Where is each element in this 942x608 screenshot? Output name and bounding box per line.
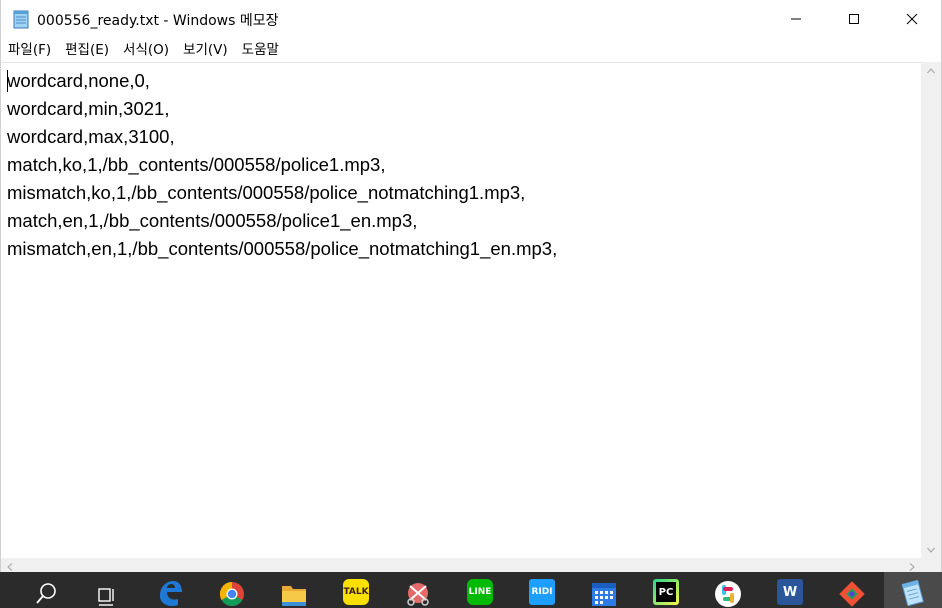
chevron-up-icon xyxy=(927,67,935,73)
scroll-up-button[interactable] xyxy=(921,62,941,79)
text-line: wordcard,min,3021, xyxy=(7,98,170,119)
menu-format[interactable]: 서식(O) xyxy=(116,39,175,61)
taskbar-line[interactable]: LINE xyxy=(450,572,510,608)
vertical-scrollbar[interactable] xyxy=(921,62,941,558)
close-icon xyxy=(906,13,918,25)
text-caret xyxy=(7,70,8,92)
taskbar-slack[interactable] xyxy=(698,572,758,608)
ridi-label: RIDI xyxy=(531,587,553,597)
taskbar-calendar[interactable] xyxy=(574,572,634,608)
file-explorer-icon xyxy=(282,586,306,606)
maximize-button[interactable] xyxy=(825,0,883,38)
taskbar-edge[interactable] xyxy=(140,572,200,608)
search-icon xyxy=(36,583,56,604)
taskbar-chrome[interactable] xyxy=(202,572,262,608)
text-line: match,ko,1,/bb_contents/000558/police1.m… xyxy=(7,154,386,175)
text-line: match,en,1,/bb_contents/000558/police1_e… xyxy=(7,210,418,231)
text-editor[interactable]: wordcard,none,0, wordcard,min,3021, word… xyxy=(1,62,921,558)
line-icon: LINE xyxy=(467,579,493,605)
taskbar-kakaotalk[interactable]: TALK xyxy=(326,572,386,608)
menu-help[interactable]: 도움말 xyxy=(235,39,285,61)
taskbar-file-explorer[interactable] xyxy=(264,572,324,608)
text-line: mismatch,en,1,/bb_contents/000558/police… xyxy=(7,238,558,259)
pycharm-icon: PC xyxy=(653,579,679,605)
taskbar-pycharm[interactable]: PC xyxy=(636,572,696,608)
chevron-right-icon xyxy=(909,562,915,571)
maximize-icon xyxy=(849,14,859,24)
minimize-button[interactable] xyxy=(767,0,825,38)
taskbar-snipping-tool[interactable] xyxy=(388,572,448,608)
notepad-icon xyxy=(13,10,29,29)
taskbar-search[interactable] xyxy=(16,572,76,608)
ridi-icon: RIDI xyxy=(529,579,555,605)
taskbar-notepad[interactable] xyxy=(884,572,942,608)
taskbar-ridi[interactable]: RIDI xyxy=(512,572,572,608)
text-line: wordcard,none,0, xyxy=(7,70,150,91)
window-title: 000556_ready.txt - Windows 메모장 xyxy=(37,13,279,29)
menu-bar: 파일(F) 편집(E) 서식(O) 보기(V) 도움말 xyxy=(1,38,941,62)
menu-view[interactable]: 보기(V) xyxy=(176,39,234,61)
slack-icon xyxy=(715,581,741,607)
minimize-icon xyxy=(791,18,801,20)
menu-edit[interactable]: 편집(E) xyxy=(58,39,115,61)
line-label: LINE xyxy=(468,587,492,597)
task-view-icon xyxy=(98,588,114,606)
edge-icon xyxy=(160,581,182,606)
close-button[interactable] xyxy=(883,0,941,38)
text-line: wordcard,max,3100, xyxy=(7,126,175,147)
chrome-icon xyxy=(219,582,244,607)
calendar-icon xyxy=(592,583,616,606)
text-line: mismatch,ko,1,/bb_contents/000558/police… xyxy=(7,182,526,203)
notepad-icon xyxy=(901,579,924,607)
kakaotalk-label: TALK xyxy=(343,587,369,597)
pycharm-label: PC xyxy=(658,586,674,598)
word-label: W xyxy=(782,584,798,600)
chevron-left-icon xyxy=(7,562,13,571)
git-icon xyxy=(839,581,865,607)
title-bar[interactable]: 000556_ready.txt - Windows 메모장 xyxy=(1,0,941,38)
taskbar-task-view[interactable] xyxy=(76,572,136,608)
scroll-down-button[interactable] xyxy=(921,541,941,558)
notepad-window: 000556_ready.txt - Windows 메모장 파일(F) 편집(… xyxy=(0,0,942,575)
word-icon: W xyxy=(777,579,803,605)
taskbar: TALK LINE RIDI PC W xyxy=(0,572,942,608)
chevron-down-icon xyxy=(927,547,935,553)
taskbar-git[interactable] xyxy=(822,572,882,608)
kakaotalk-icon: TALK xyxy=(343,579,369,605)
menu-file[interactable]: 파일(F) xyxy=(1,39,57,61)
snipping-tool-icon xyxy=(407,583,429,606)
taskbar-word[interactable]: W xyxy=(760,572,820,608)
